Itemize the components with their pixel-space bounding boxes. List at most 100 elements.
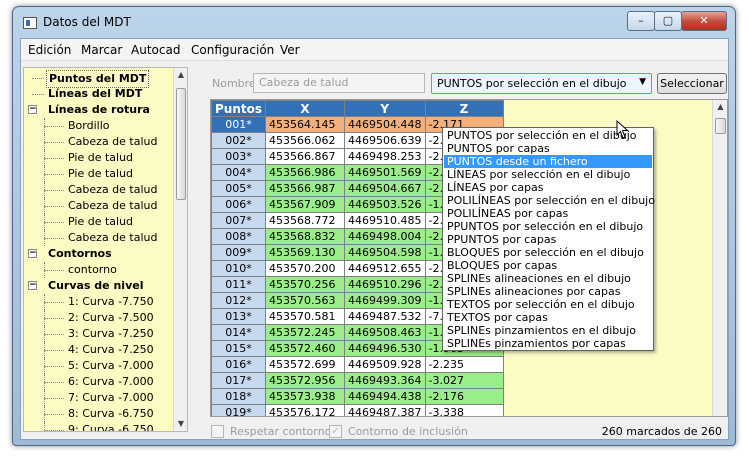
nombre-input[interactable]: Cabeza de talud: [253, 73, 425, 93]
tree-item[interactable]: 9: Curva -6.750: [24, 422, 174, 431]
x-cell[interactable]: 453569.130: [265, 244, 346, 261]
y-cell[interactable]: 4469498.253: [344, 148, 426, 165]
dropdown-option[interactable]: LÍNEAS por capas: [444, 181, 652, 194]
dropdown-option[interactable]: SPLINEs pinzamientos por capas: [444, 337, 652, 350]
tree-item[interactable]: 6: Curva -7.000: [24, 374, 174, 390]
tree-item[interactable]: Pie de talud: [24, 166, 174, 182]
grid-scroll-thumb[interactable]: [715, 118, 726, 134]
table-row[interactable]: 018* 453573.938 4469494.438 -2.176: [211, 388, 504, 405]
dropdown-option[interactable]: PPUNTOS por selección en el dibujo: [444, 220, 652, 233]
row-header-cell[interactable]: 004*: [211, 164, 267, 181]
y-cell[interactable]: 4469509.928: [344, 356, 426, 373]
column-header-x[interactable]: X: [265, 100, 346, 117]
x-cell[interactable]: 453564.145: [265, 116, 346, 133]
menu-autocad[interactable]: Autocad: [131, 43, 180, 57]
table-row[interactable]: 017* 453572.956 4469493.364 -3.027: [211, 372, 504, 389]
x-cell[interactable]: 453570.581: [265, 308, 346, 325]
row-header-cell[interactable]: 003*: [211, 148, 267, 165]
tree-item[interactable]: − Líneas de rotura: [24, 102, 174, 118]
row-header-cell[interactable]: 012*: [211, 292, 267, 309]
x-cell[interactable]: 453572.460: [265, 340, 346, 357]
tree-item[interactable]: Cabeza de talud: [24, 134, 174, 150]
tree-item[interactable]: Líneas del MDT: [24, 86, 174, 102]
x-cell[interactable]: 453566.062: [265, 132, 346, 149]
x-cell[interactable]: 453568.832: [265, 228, 346, 245]
dropdown-option[interactable]: PUNTOS desde un fichero: [444, 155, 652, 168]
tree-item[interactable]: 3: Curva -7.250: [24, 326, 174, 342]
x-cell[interactable]: 453567.909: [265, 196, 346, 213]
column-header-z[interactable]: Z: [424, 100, 504, 117]
tree-item[interactable]: Bordillo: [24, 118, 174, 134]
dropdown-option[interactable]: TEXTOS por selección en el dibujo: [444, 298, 652, 311]
y-cell[interactable]: 4469493.364: [344, 372, 426, 389]
tree-view[interactable]: ▲ ▼ Puntos del MDT Líneas del MDT − Líneas …: [23, 67, 188, 432]
y-cell[interactable]: 4469504.448: [344, 116, 426, 133]
tree-item[interactable]: Pie de talud: [24, 150, 174, 166]
dropdown-option[interactable]: PUNTOS por capas: [444, 142, 652, 155]
y-cell[interactable]: 4469512.655: [344, 260, 426, 277]
dropdown-option[interactable]: SPLINEs alineaciones por capas: [444, 285, 652, 298]
x-cell[interactable]: 453566.986: [265, 164, 346, 181]
tree-item[interactable]: Puntos del MDT: [24, 70, 174, 88]
tree-item[interactable]: contorno: [24, 262, 174, 278]
row-header-cell[interactable]: 019*: [211, 404, 267, 416]
z-cell[interactable]: -3.338: [424, 404, 504, 416]
x-cell[interactable]: 453570.563: [265, 292, 346, 309]
close-button[interactable]: ✕: [681, 11, 727, 31]
y-cell[interactable]: 4469508.463: [344, 324, 426, 341]
tree-item[interactable]: Pie de talud: [24, 214, 174, 230]
x-cell[interactable]: 453570.200: [265, 260, 346, 277]
row-header-cell[interactable]: 008*: [211, 228, 267, 245]
x-cell[interactable]: 453566.867: [265, 148, 346, 165]
x-cell[interactable]: 453568.772: [265, 212, 346, 229]
menu-marcar[interactable]: Marcar: [81, 43, 122, 57]
source-dropdown-list[interactable]: PUNTOS por selección en el dibujo PUNTOS …: [442, 127, 655, 351]
grid-scrollbar[interactable]: ▲: [712, 100, 727, 416]
dropdown-option[interactable]: LÍNEAS por selección en el dibujo: [444, 168, 652, 181]
collapse-icon[interactable]: −: [28, 249, 37, 258]
menu-ver[interactable]: Ver: [280, 43, 300, 57]
z-cell[interactable]: -3.027: [424, 372, 504, 389]
row-header-cell[interactable]: 002*: [211, 132, 267, 149]
source-combo[interactable]: PUNTOS por selección en el dibujo ▼: [431, 73, 652, 94]
dropdown-option[interactable]: TEXTOS por capas: [444, 311, 652, 324]
y-cell[interactable]: 4469487.387: [344, 404, 426, 416]
z-cell[interactable]: -2.235: [424, 356, 504, 373]
x-cell[interactable]: 453570.256: [265, 276, 346, 293]
x-cell[interactable]: 453572.956: [265, 372, 346, 389]
x-cell[interactable]: 453572.245: [265, 324, 346, 341]
dropdown-option[interactable]: SPLINEs pinzamientos en el dibujo: [444, 324, 652, 337]
y-cell[interactable]: 4469503.526: [344, 196, 426, 213]
tree-item[interactable]: 1: Curva -7.750: [24, 294, 174, 310]
tree-item[interactable]: 4: Curva -7.250: [24, 342, 174, 358]
title-bar[interactable]: Datos del MDT – ▢ ✕: [13, 7, 735, 37]
dropdown-option[interactable]: SPLINEs alineaciones en el dibujo: [444, 272, 652, 285]
y-cell[interactable]: 4469487.532: [344, 308, 426, 325]
tree-item[interactable]: − Curvas de nivel: [24, 278, 174, 294]
y-cell[interactable]: 4469494.438: [344, 388, 426, 405]
y-cell[interactable]: 4469496.530: [344, 340, 426, 357]
tree-item[interactable]: 8: Curva -6.750: [24, 406, 174, 422]
row-header-cell[interactable]: 001*: [211, 116, 267, 133]
chevron-down-icon[interactable]: ▼: [639, 77, 646, 87]
row-header-cell[interactable]: 014*: [211, 324, 267, 341]
row-header-cell[interactable]: 005*: [211, 180, 267, 197]
tree-item[interactable]: 5: Curva -7.000: [24, 358, 174, 374]
dropdown-option[interactable]: BLOQUES por selección en el dibujo: [444, 246, 652, 259]
row-header-cell[interactable]: 013*: [211, 308, 267, 325]
row-header-cell[interactable]: 017*: [211, 372, 267, 389]
tree-item[interactable]: 2: Curva -7.500: [24, 310, 174, 326]
collapse-icon[interactable]: −: [28, 105, 37, 114]
scroll-down-icon[interactable]: ▼: [174, 417, 187, 431]
row-header-cell[interactable]: 006*: [211, 196, 267, 213]
scroll-up-icon[interactable]: ▲: [174, 68, 187, 82]
dropdown-option[interactable]: POLILÍNEAS por selección en el dibujo: [444, 194, 655, 207]
row-header-cell[interactable]: 018*: [211, 388, 267, 405]
x-cell[interactable]: 453576.172: [265, 404, 346, 416]
row-header-cell[interactable]: 015*: [211, 340, 267, 357]
table-row[interactable]: 016* 453572.699 4469509.928 -2.235: [211, 356, 504, 373]
y-cell[interactable]: 4469499.309: [344, 292, 426, 309]
row-header-cell[interactable]: 011*: [211, 276, 267, 293]
seleccionar-button[interactable]: Seleccionar: [657, 73, 727, 94]
tree-item[interactable]: Cabeza de talud: [24, 182, 174, 198]
